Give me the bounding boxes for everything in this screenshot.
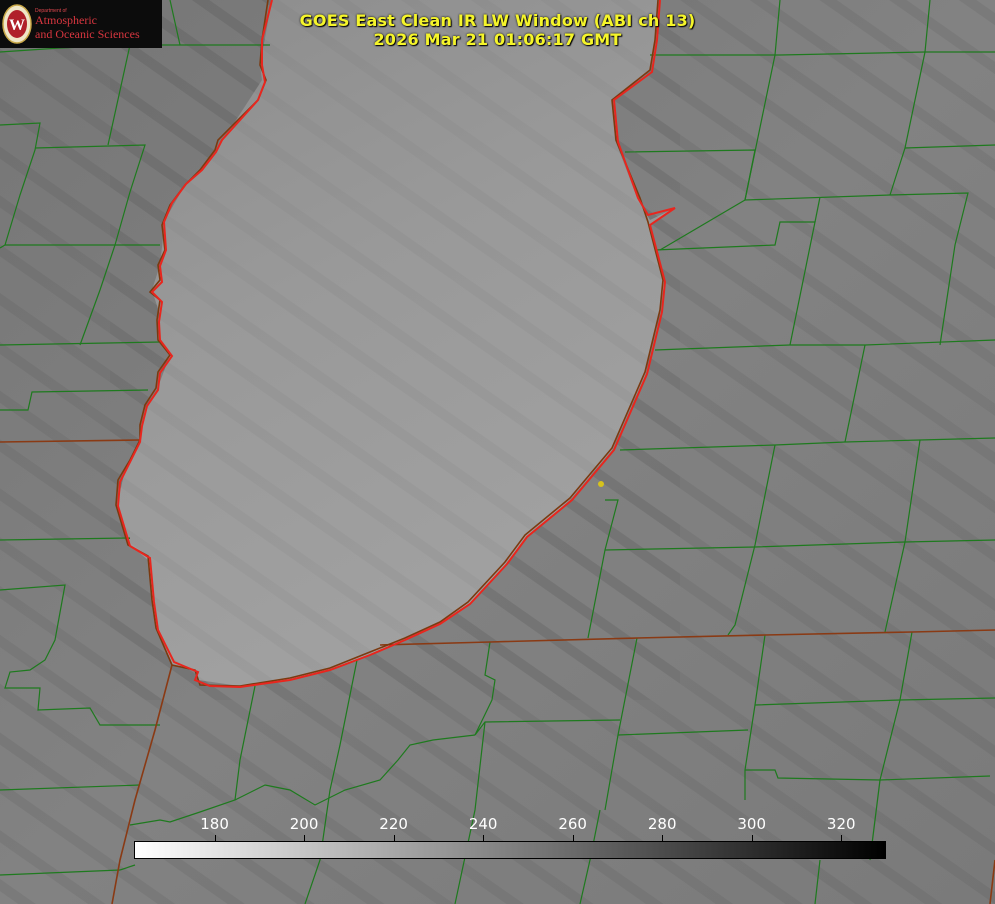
colorbar-tick-label: 280 bbox=[647, 815, 677, 833]
colorbar-tick-mark bbox=[662, 835, 664, 841]
colorbar-tick-mark bbox=[841, 835, 843, 841]
temperature-colorbar bbox=[134, 841, 886, 859]
colorbar-tick-label: 320 bbox=[826, 815, 856, 833]
colorbar-tick-mark bbox=[751, 835, 753, 841]
colorbar-tick-label: 220 bbox=[379, 815, 408, 833]
colorbar-tick-label: 200 bbox=[289, 815, 319, 833]
colorbar-tick-mark bbox=[393, 835, 395, 841]
colorbar-tick-mark bbox=[214, 835, 216, 841]
satellite-ir-image bbox=[0, 0, 995, 904]
colorbar-tick-mark bbox=[572, 835, 574, 841]
logo-name-line1: Atmospheric bbox=[35, 13, 97, 27]
colorbar-tick-mark bbox=[483, 835, 485, 841]
colorbar-tick-label: 300 bbox=[737, 815, 767, 833]
colorbar-tick-mark bbox=[304, 835, 306, 841]
colorbar-tick-label: 180 bbox=[200, 815, 229, 833]
satellite-map-view: GOES East Clean IR LW Window (ABI ch 13)… bbox=[0, 0, 995, 904]
lake-texture bbox=[110, 0, 680, 700]
logo-name-line2: and Oceanic Sciences bbox=[35, 27, 140, 41]
colorbar-tick-label: 240 bbox=[468, 815, 498, 833]
uw-crest-icon: W bbox=[2, 4, 32, 44]
colorbar-tick-label: 260 bbox=[558, 815, 587, 833]
logo-seal-letter: W bbox=[9, 17, 25, 34]
location-marker-icon bbox=[598, 481, 604, 487]
aos-logo: W Department of Atmospheric and Oceanic … bbox=[0, 0, 162, 48]
